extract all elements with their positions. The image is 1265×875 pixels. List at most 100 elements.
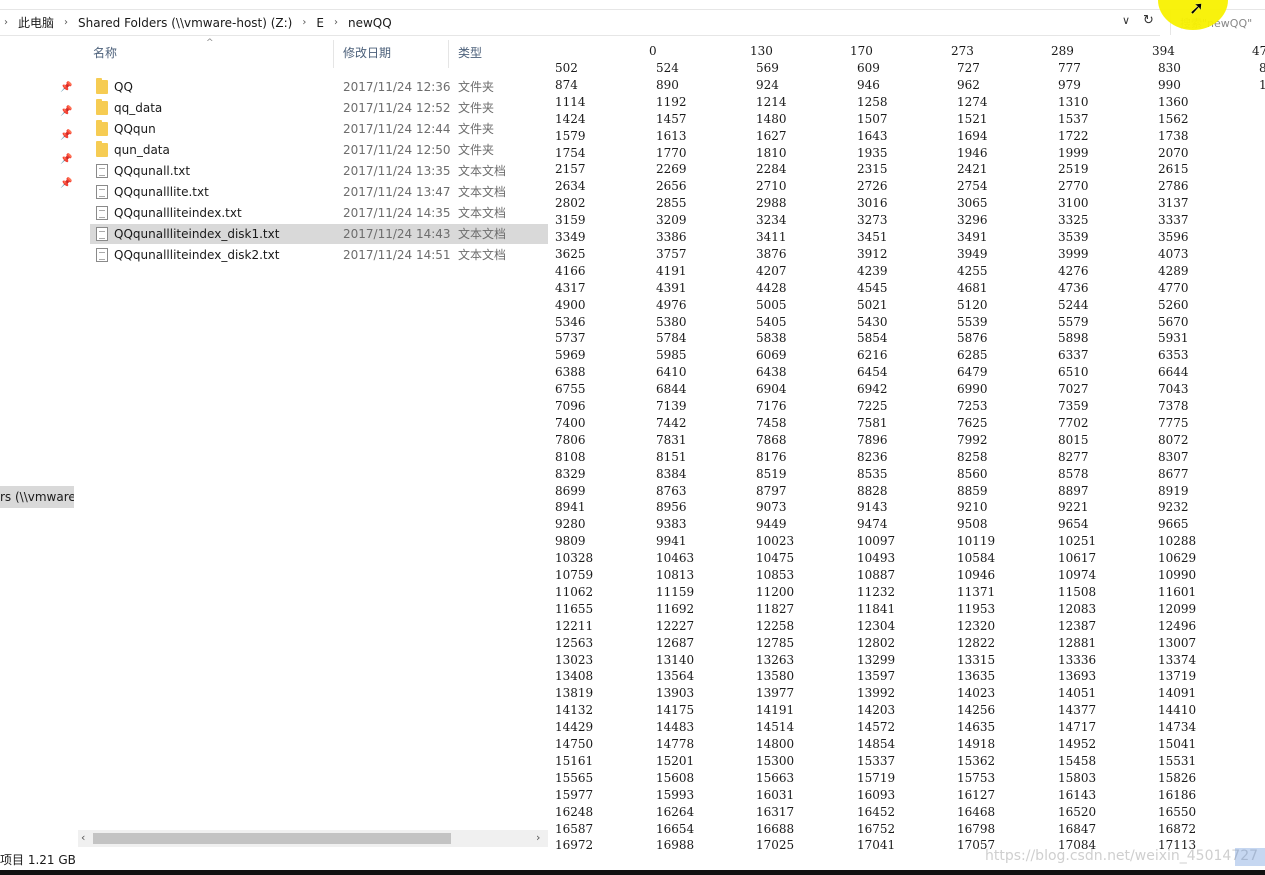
column-divider[interactable] [448, 40, 449, 68]
number-cell: 8919 [1158, 483, 1189, 498]
number-cell: 8859 [957, 483, 988, 498]
column-divider[interactable] [333, 40, 334, 68]
number-cell: 8258 [957, 449, 988, 464]
scroll-right-icon[interactable]: › [536, 831, 540, 844]
file-name: QQ [114, 80, 133, 94]
number-cell: 13580 [756, 669, 795, 684]
number-cell: 10097 [857, 534, 896, 549]
number-cell: 16988 [656, 838, 695, 851]
number-cell: 11692 [656, 601, 695, 616]
scroll-left-icon[interactable]: ‹ [81, 831, 85, 844]
file-date: 2017/11/24 14:43 [343, 227, 451, 241]
number-cell: 3349 [555, 230, 586, 244]
number-cell: 5405 [756, 314, 787, 329]
number-cell: 15803 [1058, 770, 1097, 785]
file-row[interactable]: QQ 2017/11/24 12:36 文件夹 [90, 77, 548, 97]
number-cell: 10853 [756, 568, 795, 582]
number-cell: 11062 [555, 584, 594, 599]
number-cell: 13819 [555, 686, 594, 701]
number-cell: 15201 [656, 753, 695, 768]
file-list: ^ 名称 修改日期 类型 QQ 2017/11/24 12:36 文件夹 qq_dat… [78, 36, 548, 836]
file-row[interactable]: QQqunallliteindex_disk1.txt 2017/11/24 14… [90, 224, 548, 244]
number-cell: 4736 [1058, 280, 1089, 295]
file-row[interactable]: QQqun 2017/11/24 12:44 文件夹 [90, 119, 548, 139]
number-cell: 6216 [857, 348, 888, 363]
refresh-icon[interactable]: ↻ [1143, 13, 1154, 28]
scrollbar-thumb[interactable] [93, 833, 451, 844]
number-cell: 7806 [555, 432, 586, 447]
pin-icon[interactable]: 📌 [60, 178, 72, 189]
number-cell: 10584 [957, 551, 996, 566]
number-cell: 6353 [1158, 348, 1189, 363]
number-cell: 1579 [555, 128, 586, 143]
number-cell: 5876 [957, 331, 988, 346]
pin-icon[interactable]: 📌 [60, 82, 72, 93]
number-cell: 11841 [857, 601, 896, 616]
number-cell: 1694 [957, 128, 988, 143]
file-row[interactable]: QQqunall.txt 2017/11/24 13:35 文本文档 [90, 161, 548, 181]
file-row[interactable]: QQqunallliteindex_disk2.txt 2017/11/24 14… [90, 245, 548, 265]
file-type: 文本文档 [458, 227, 507, 241]
number-cell: 4276 [1058, 263, 1089, 278]
number-cell: 10251 [1058, 534, 1097, 549]
pin-icon[interactable]: 📌 [60, 106, 72, 117]
number-cell: 10475 [756, 551, 795, 566]
file-date: 2017/11/24 12:50 [343, 143, 451, 157]
breadcrumb-newqq[interactable]: newQQ [342, 16, 398, 30]
nav-item-shared-folders[interactable]: rs (\\vmware- [0, 486, 74, 508]
number-cell: 16587 [555, 821, 594, 836]
number-cell: 9654 [1058, 517, 1089, 532]
number-cell: 16872 [1158, 821, 1197, 836]
number-cell: 13903 [656, 686, 695, 701]
number-cell: 170 [850, 44, 873, 58]
file-row[interactable]: qun_data 2017/11/24 12:50 文件夹 [90, 140, 548, 160]
number-cell: 12881 [1058, 635, 1097, 650]
number-cell: 14734 [1158, 720, 1197, 735]
number-cell: 1643 [857, 128, 888, 143]
number-cell: 13023 [555, 652, 594, 667]
breadcrumb-shared-folders[interactable]: Shared Folders (\\vmware-host) (Z:) [72, 16, 298, 30]
number-cell: 11159 [656, 584, 695, 599]
column-header-date[interactable]: 修改日期 [343, 44, 391, 61]
file-row[interactable]: QQqunalllite.txt 2017/11/24 13:47 文本文档 [90, 182, 548, 202]
number-cell: 5244 [1058, 297, 1089, 312]
chevron-down-icon[interactable]: ∨ [1122, 14, 1130, 27]
number-cell: 12496 [1158, 618, 1197, 633]
number-cell: 12211 [555, 618, 594, 633]
address-bar[interactable]: › 此电脑 › Shared Folders (\\vmware-host) (… [0, 10, 1160, 36]
number-cell: 2770 [1058, 179, 1089, 194]
number-cell: 12785 [756, 635, 795, 650]
number-cell: 7992 [957, 432, 988, 447]
number-cell: 7775 [1158, 415, 1189, 430]
number-cell: 2786 [1158, 179, 1189, 194]
number-cell: 1424 [555, 111, 586, 126]
number-cell: 4191 [656, 263, 687, 278]
column-header-type[interactable]: 类型 [458, 44, 482, 61]
file-row[interactable]: QQqunallliteindex.txt 2017/11/24 14:35 文本文… [90, 203, 548, 223]
breadcrumb-e[interactable]: E [310, 16, 330, 30]
number-cell: 2615 [1158, 162, 1189, 177]
pin-icon[interactable]: 📌 [60, 154, 72, 165]
number-cell: 16031 [756, 787, 795, 802]
text-file-icon [96, 206, 108, 220]
pin-icon[interactable]: 📌 [60, 130, 72, 141]
number-cell: 14191 [756, 703, 795, 718]
number-cell: 13336 [1058, 652, 1097, 667]
file-row[interactable]: qq_data 2017/11/24 12:52 文件夹 [90, 98, 548, 118]
number-cell: 3337 [1158, 213, 1189, 228]
number-cell: 11232 [857, 584, 896, 599]
number-cell: 16143 [1058, 787, 1097, 802]
number-cell: 8763 [656, 483, 687, 498]
number-cell: 1754 [555, 145, 586, 160]
number-cell: 9383 [656, 517, 687, 532]
column-header-name[interactable]: 名称 [93, 44, 117, 61]
number-cell: 3234 [756, 213, 787, 228]
file-type: 文本文档 [458, 185, 507, 199]
number-cell: 10946 [957, 568, 996, 582]
number-cell: 962 [957, 77, 980, 92]
number-cell: 3016 [857, 196, 888, 211]
number-cell: 7378 [1158, 399, 1189, 413]
horizontal-scrollbar[interactable]: ‹ › [78, 830, 548, 847]
number-cell: 1457 [656, 111, 687, 126]
breadcrumb-this-pc[interactable]: 此电脑 [12, 14, 60, 31]
